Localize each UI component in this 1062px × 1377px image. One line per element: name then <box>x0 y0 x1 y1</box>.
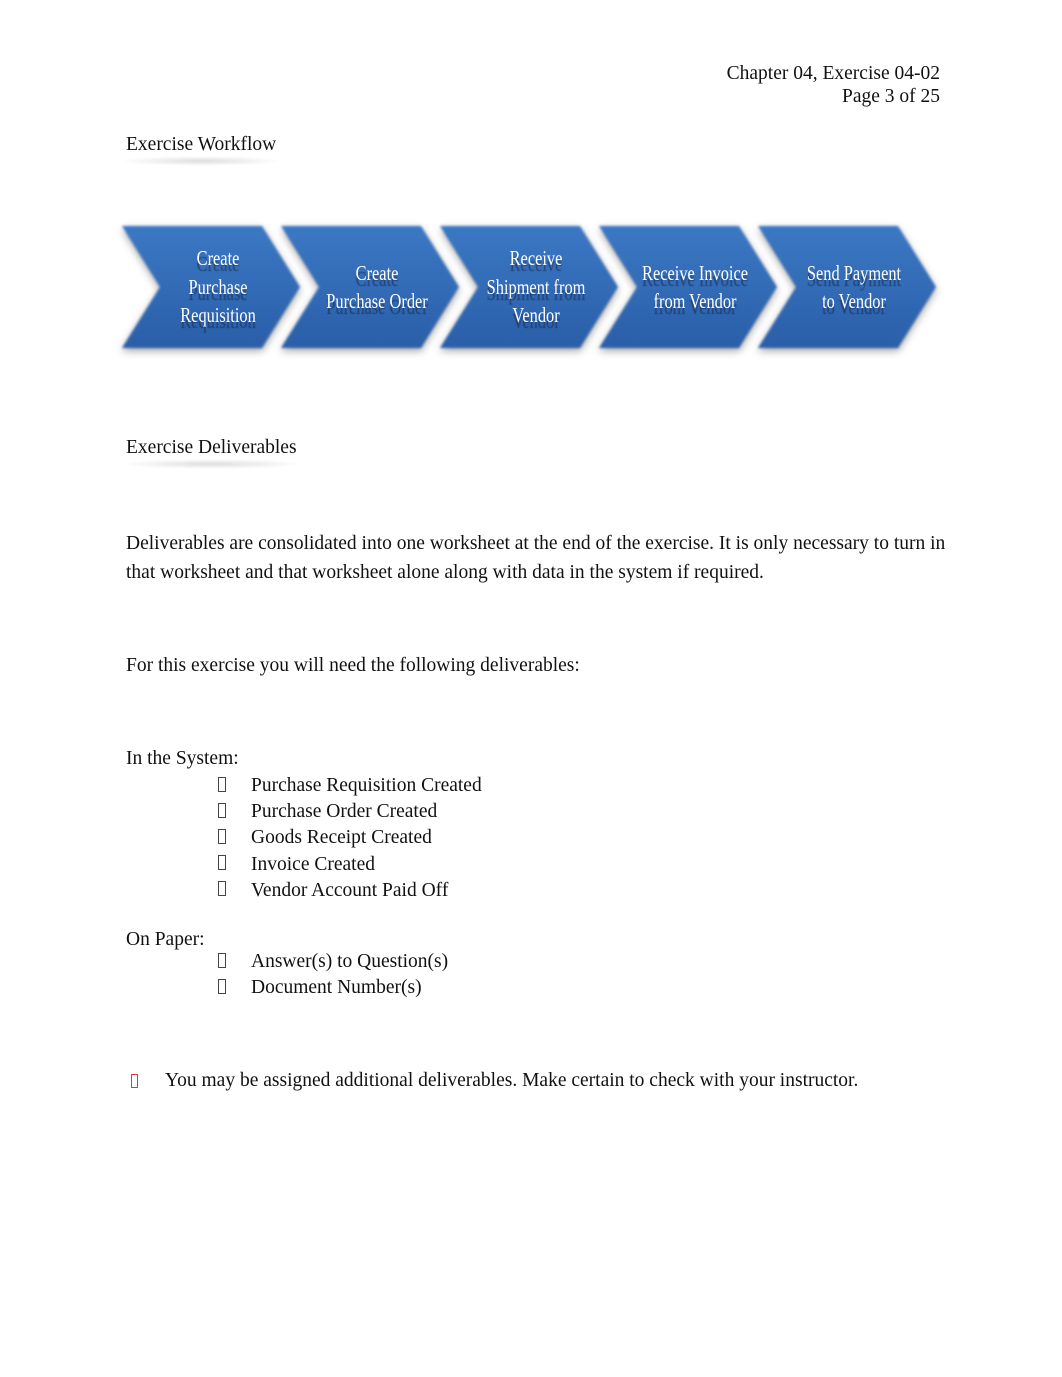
workflow-step-label-line: Receive <box>509 246 563 271</box>
workflow-step-label: Create Purchase Requisition <box>142 222 281 352</box>
bullet-icon <box>218 881 251 900</box>
deliverables-heading-text: Exercise Deliverables <box>120 437 303 469</box>
system-deliverable-item: Purchase Requisition Created <box>218 773 482 799</box>
page-number: Page 3 of 25 <box>841 86 940 107</box>
workflow-heading: Exercise Workflow <box>119 134 283 166</box>
list-item-text: Purchase Requisition Created <box>251 775 482 797</box>
bullet-icon <box>218 828 251 848</box>
system-deliverables-list: Purchase Requisition Created Purchase Ord… <box>218 773 482 904</box>
note-text: You may be assigned additional deliverab… <box>165 1070 859 1091</box>
list-item-text: Answer(s) to Question(s) <box>251 951 449 973</box>
workflow-step-label-line: to Vendor <box>822 289 886 313</box>
page-header: Chapter 04, Exercise 04-02 Page 3 of 25 <box>727 62 940 108</box>
system-label: In the System: <box>126 748 239 769</box>
system-deliverable-item: Purchase Order Created <box>218 799 482 825</box>
bullet-icon <box>218 855 251 874</box>
paper-deliverable-item: Answer(s) to Question(s) <box>218 949 448 975</box>
list-item-text: Purchase Order Created <box>251 801 438 823</box>
workflow-step-label-line: Create <box>196 246 240 271</box>
list-item-text: Document Number(s) <box>251 977 422 999</box>
deliverables-lead: For this exercise you will need the foll… <box>126 655 580 676</box>
system-deliverable-item: Goods Receipt Created <box>218 825 482 851</box>
workflow-step-label-line: Vendor <box>512 303 560 328</box>
chapter-exercise-label: Chapter 04, Exercise 04-02 <box>726 63 940 84</box>
workflow-step-label-line: from Vendor <box>653 289 737 313</box>
system-deliverable-item: Invoice Created <box>218 852 482 878</box>
bullet-icon <box>218 802 251 822</box>
workflow-step-label-line: Send Payment <box>806 260 902 285</box>
deliverables-intro: Deliverables are consolidated into one w… <box>126 533 946 583</box>
workflow-step-label: Receive Invoice from Vendor <box>619 222 758 352</box>
workflow-step-label: Receive Shipment from Vendor <box>460 222 599 352</box>
list-item-text: Invoice Created <box>251 853 375 875</box>
bullet-icon <box>218 776 251 796</box>
paper-deliverable-item: Document Number(s) <box>218 975 448 1001</box>
bullet-icon <box>218 978 251 998</box>
workflow-step-label: Send Payment to Vendor <box>778 222 917 352</box>
workflow-step-label-line: Requisition <box>180 303 256 328</box>
workflow-step-label-line: Receive Invoice <box>642 260 748 285</box>
list-item-text: Vendor Account Paid Off <box>251 879 449 901</box>
workflow-step-label: Create Purchase Order <box>301 222 440 352</box>
workflow-step-label-line: Purchase Order <box>326 289 428 313</box>
list-item-text: Goods Receipt Created <box>251 827 432 849</box>
additional-deliverables-note: You may be assigned additional deliverab… <box>126 1070 858 1092</box>
workflow-step-label-line: Shipment from <box>486 274 586 299</box>
paper-deliverables-list: Answer(s) to Question(s) Document Number(… <box>218 949 448 1001</box>
deliverables-heading: Exercise Deliverables <box>120 437 303 469</box>
workflow-step-label-line: Create <box>355 260 399 285</box>
note-bullet-icon <box>131 1074 138 1088</box>
workflow-diagram: Create Purchase Requisition Create Purchase … <box>122 222 942 357</box>
system-deliverable-item: Vendor Account Paid Off <box>218 878 482 904</box>
workflow-step-label-line: Purchase <box>188 274 248 299</box>
bullet-icon <box>218 952 251 972</box>
workflow-heading-text: Exercise Workflow <box>119 134 283 166</box>
